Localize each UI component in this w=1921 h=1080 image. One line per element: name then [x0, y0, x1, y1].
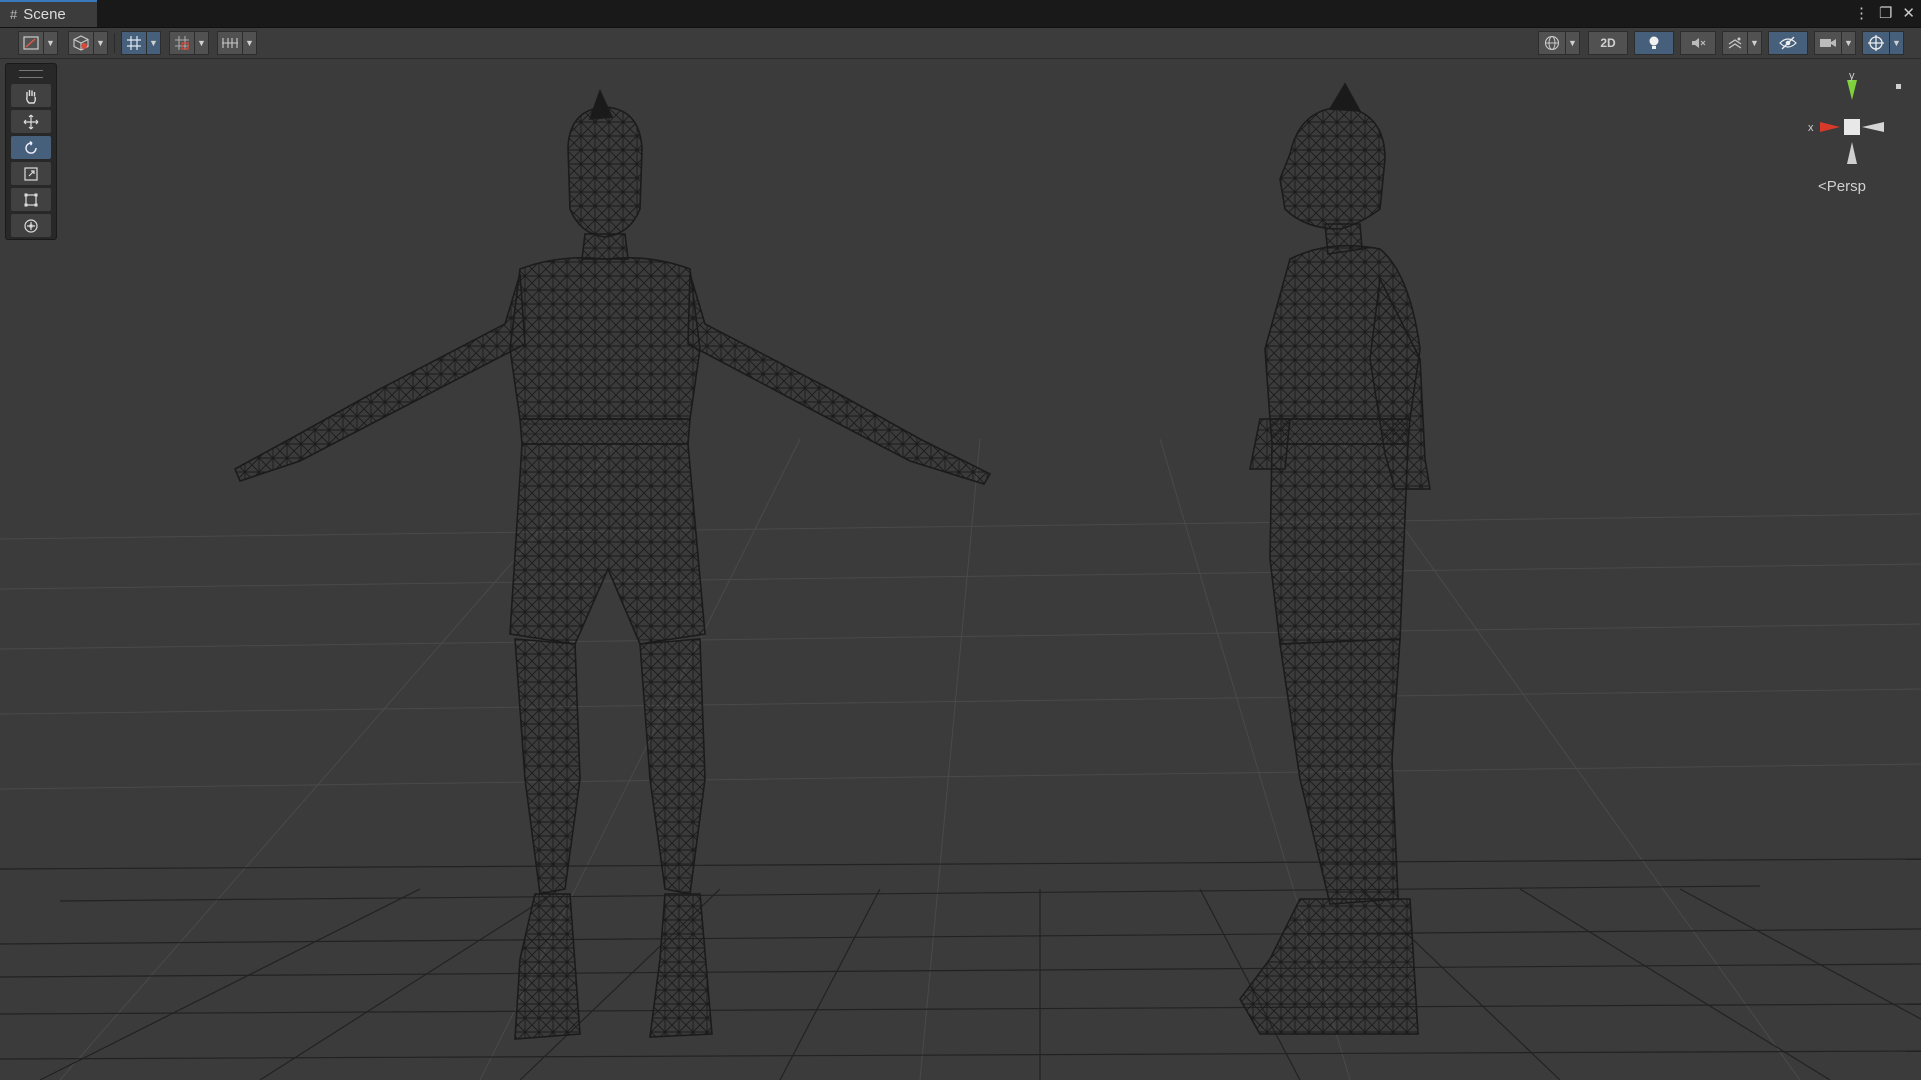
two-d-toggle-button[interactable]: 2D: [1588, 31, 1628, 55]
gizmo-x-label: x: [1808, 122, 1814, 134]
gizmo-center-cube[interactable]: [1844, 119, 1860, 135]
rotate-tool-icon[interactable]: [11, 136, 51, 159]
window-controls: ⋮ ❐ ✕: [1854, 2, 1915, 25]
grid-snap-icon[interactable]: [121, 31, 147, 55]
gizmo-y-label: y: [1849, 72, 1855, 82]
tools-panel: [5, 63, 57, 240]
move-tool-icon[interactable]: [11, 110, 51, 133]
grid-visibility-dropdown[interactable]: ▼: [243, 31, 257, 55]
effects-icon[interactable]: [1722, 31, 1748, 55]
snap-increment-icon[interactable]: [169, 31, 195, 55]
scene-toolbar: ▼ ▼ ▼ ▼ ▼ ▼ 2D ▼ ▼ ▼: [0, 28, 1921, 59]
rect-tool-icon[interactable]: [11, 188, 51, 211]
character-side-wireframe: [1239, 82, 1431, 1035]
grid-hash-icon: #: [10, 7, 18, 22]
effects-dropdown[interactable]: ▼: [1748, 31, 1762, 55]
title-bar: # Scene ⋮ ❐ ✕: [0, 0, 1921, 28]
maximize-icon[interactable]: ❐: [1879, 2, 1892, 25]
chevron-left-icon: <: [1818, 178, 1827, 195]
draw-mode-dropdown[interactable]: ▼: [44, 31, 58, 55]
scene-viewport[interactable]: [0, 59, 1921, 1080]
toolbar-right-group: ▼ 2D ▼ ▼ ▼: [1538, 31, 1904, 55]
projection-label: Persp: [1826, 178, 1866, 195]
scene-grid-floor: [0, 858, 1921, 1080]
snap-increment-dropdown[interactable]: ▼: [195, 31, 209, 55]
hand-tool-icon[interactable]: [11, 84, 51, 107]
gizmo-z-axis-cone[interactable]: [1862, 122, 1884, 132]
tools-panel-grip[interactable]: [19, 70, 43, 78]
audio-mute-icon[interactable]: [1680, 31, 1716, 55]
gizmos-icon[interactable]: [1862, 31, 1890, 55]
close-icon[interactable]: ✕: [1902, 2, 1915, 25]
grid-snap-dropdown[interactable]: ▼: [147, 31, 161, 55]
more-options-icon[interactable]: ⋮: [1854, 2, 1869, 25]
render-mode-dropdown[interactable]: ▼: [1566, 31, 1580, 55]
draw-mode-icon[interactable]: [18, 31, 44, 55]
camera-icon[interactable]: [1814, 31, 1842, 55]
character-front-wireframe: [233, 88, 992, 1040]
scene-visibility-icon[interactable]: [1768, 31, 1808, 55]
gizmo-down-cone[interactable]: [1847, 142, 1857, 164]
render-mode-sphere-icon[interactable]: [1538, 31, 1566, 55]
gizmo-cube-dropdown[interactable]: ▼: [94, 31, 108, 55]
projection-toggle[interactable]: <Persp: [1818, 178, 1866, 195]
scene-grid-far: [0, 438, 1921, 1080]
scene-canvas: [0, 82, 1921, 1080]
gizmo-y-axis-cone[interactable]: [1847, 80, 1857, 100]
gizmo-lock-icon[interactable]: [1896, 84, 1901, 89]
tab-scene-label: Scene: [23, 6, 66, 23]
tab-scene[interactable]: # Scene: [0, 0, 97, 27]
scale-tool-icon[interactable]: [11, 162, 51, 185]
camera-dropdown[interactable]: ▼: [1842, 31, 1856, 55]
transform-tool-icon[interactable]: [11, 214, 51, 237]
toolbar-left-group: ▼ ▼ ▼ ▼ ▼: [18, 31, 257, 55]
gizmo-cube-icon[interactable]: [68, 31, 94, 55]
grid-visibility-icon[interactable]: [217, 31, 243, 55]
gizmos-dropdown[interactable]: ▼: [1890, 31, 1904, 55]
lighting-icon[interactable]: [1634, 31, 1674, 55]
gizmo-x-axis-cone[interactable]: [1820, 122, 1840, 132]
